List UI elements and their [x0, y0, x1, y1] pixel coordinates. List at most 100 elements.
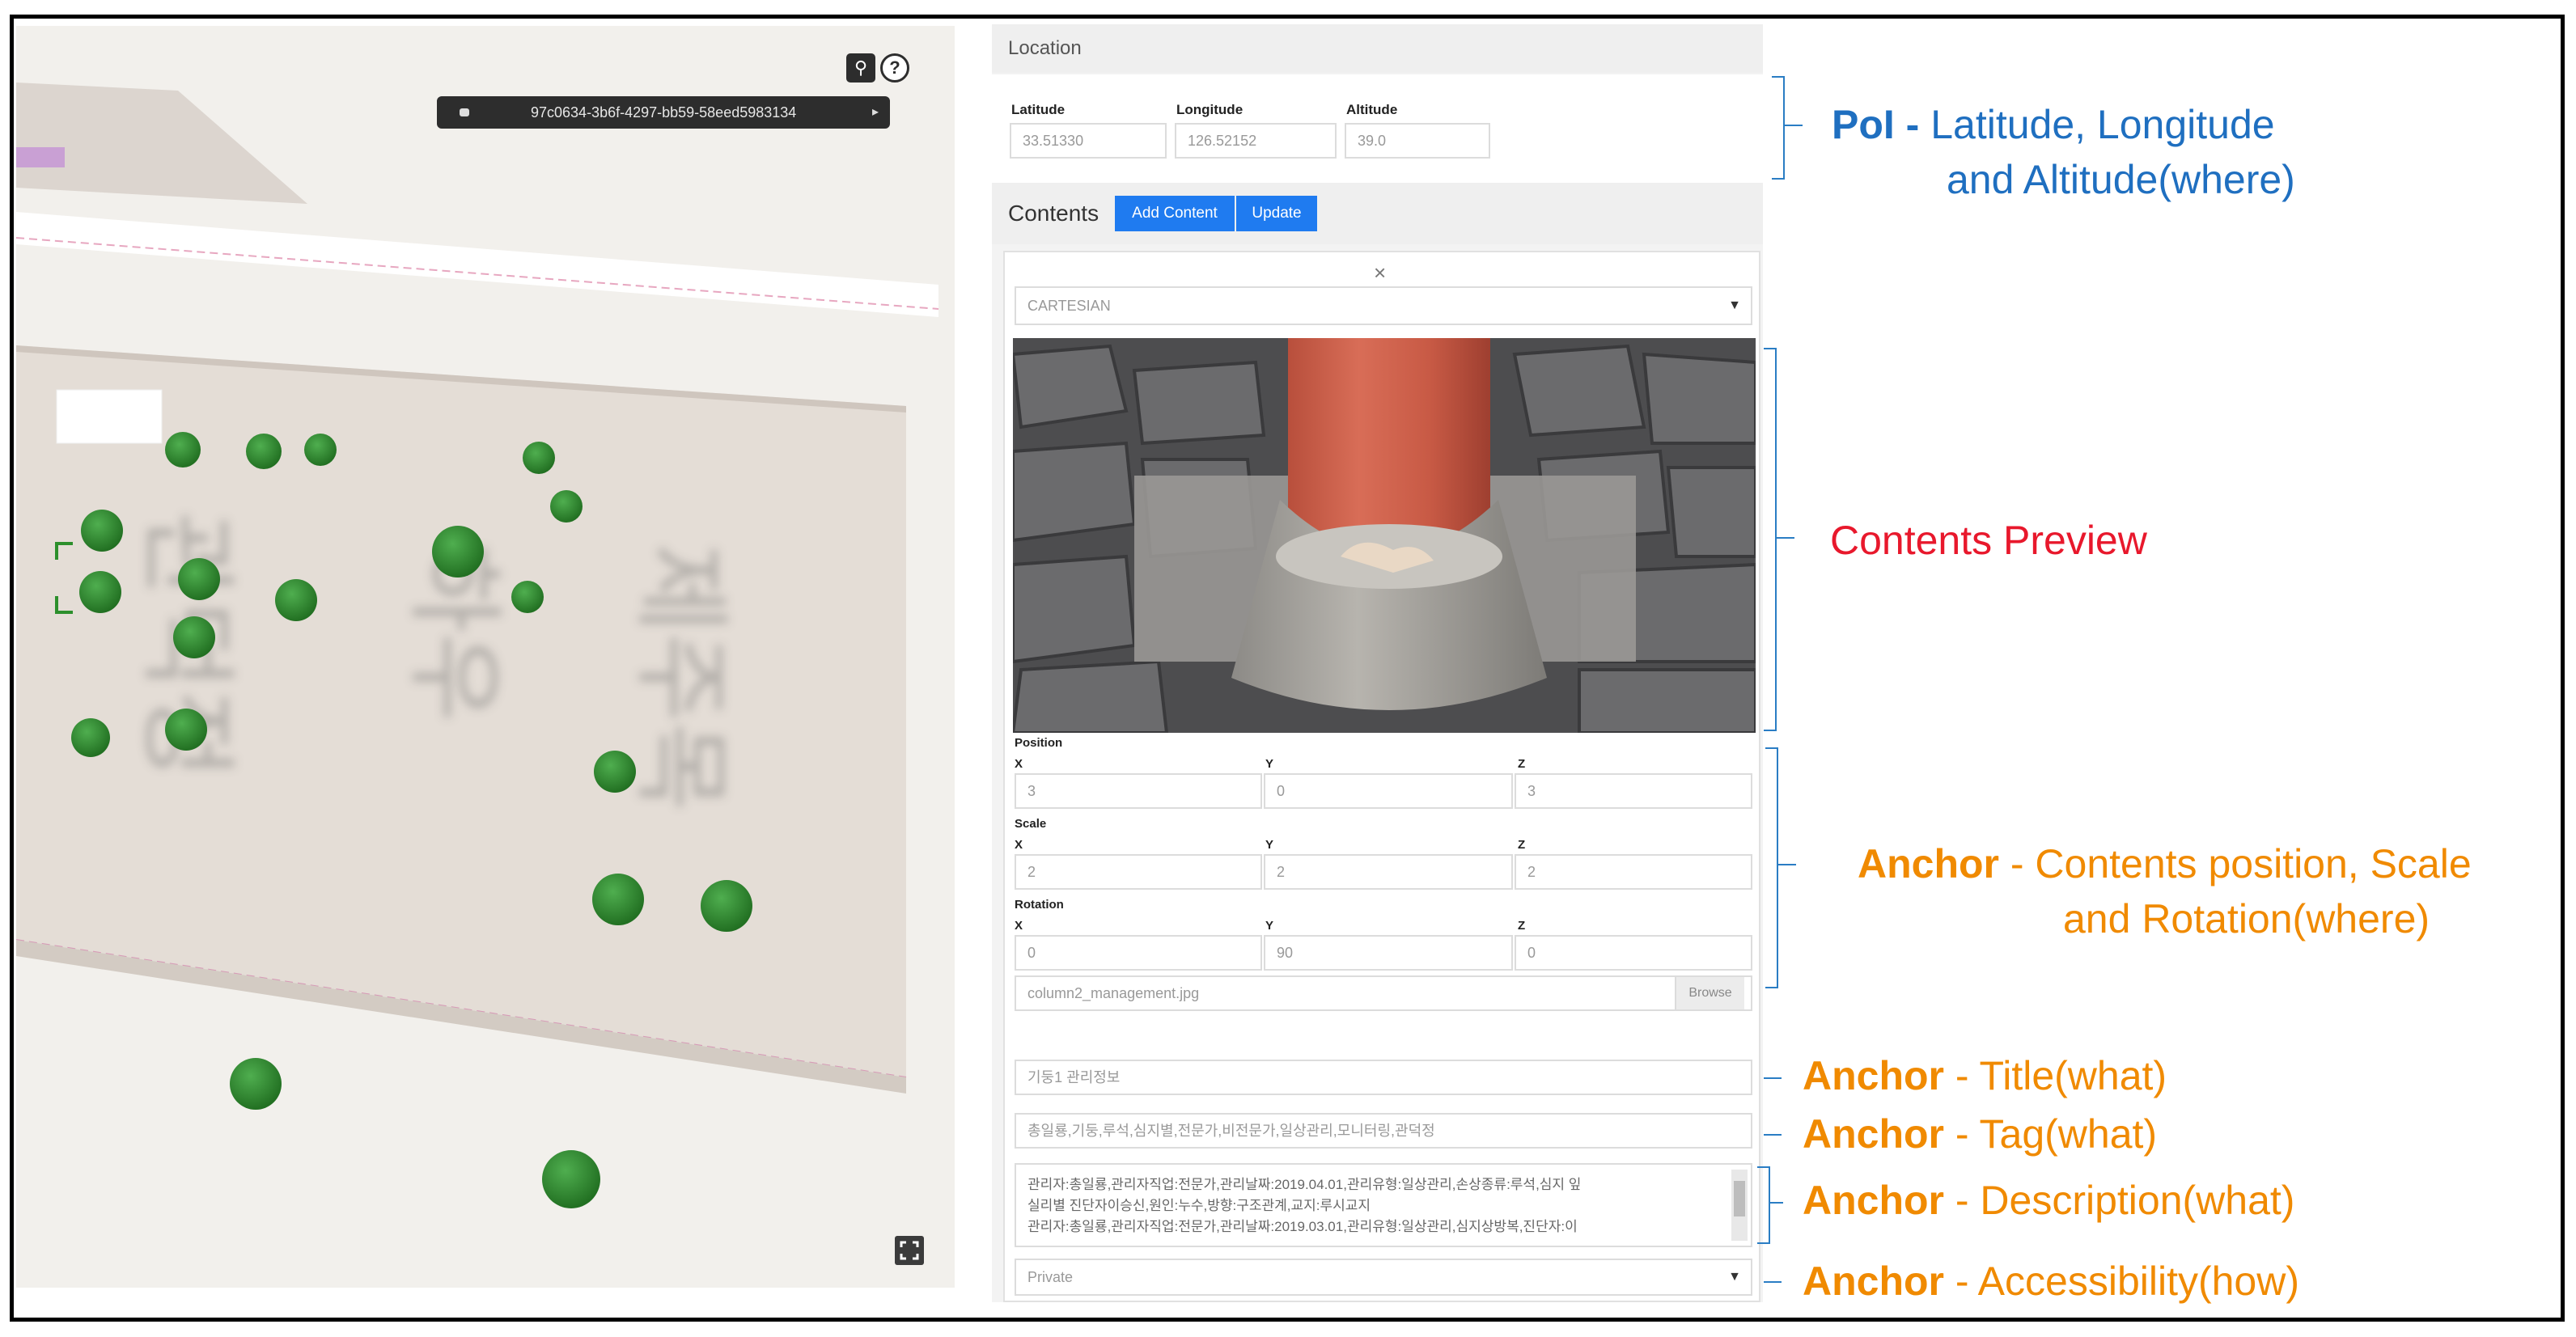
fullscreen-icon[interactable]: [895, 1236, 924, 1265]
tree-marker[interactable]: [165, 432, 201, 468]
contents-preview-image: [1013, 338, 1756, 733]
tag-field[interactable]: 총일룡,기둥,루석,심지별,전문가,비전문가,일상관리,모니터링,관덕정: [1015, 1113, 1752, 1149]
latitude-label: Latitude: [1011, 102, 1066, 117]
rotation-y-label: Y: [1265, 919, 1274, 933]
anchor-accessibility-tick: [1764, 1281, 1782, 1283]
help-icon[interactable]: ?: [880, 53, 909, 83]
location-heading: Location: [992, 24, 1763, 73]
tree-marker[interactable]: [71, 718, 110, 757]
map-label-box: [56, 389, 163, 444]
entity-icon: [460, 108, 469, 116]
anchor-title-tick: [1764, 1077, 1782, 1079]
rotation-label: Rotation: [1015, 898, 1064, 912]
anchor-accessibility-annotation: Anchor - Accessibility(how): [1803, 1255, 2299, 1307]
scale-x-field[interactable]: 2: [1015, 854, 1262, 890]
scale-z-label: Z: [1518, 838, 1526, 852]
accessibility-value: Private: [1027, 1269, 1074, 1285]
rotation-x-field[interactable]: 0: [1015, 935, 1262, 971]
anchor-transform-text-1: - Contents position, Scale: [1999, 841, 2472, 886]
altitude-label: Altitude: [1346, 102, 1398, 117]
search-icon[interactable]: ⚲: [846, 53, 875, 83]
anchor-description-text: - Description(what): [1944, 1178, 2295, 1223]
anchor-title-key: Anchor: [1803, 1053, 1944, 1098]
tree-marker[interactable]: [79, 571, 121, 613]
poi-text-1: Latitude, Longitude: [1919, 102, 2275, 147]
longitude-field[interactable]: 126.52152: [1175, 123, 1337, 159]
tree-marker[interactable]: [592, 874, 644, 925]
entity-id: 97c0634-3b6f-4297-bb59-58eed5983134: [531, 104, 797, 121]
map-viewer[interactable]: 관덕정 하우 제주목 ⚲ ?: [16, 26, 955, 1288]
anchor-transform-key: Anchor: [1858, 841, 1999, 886]
map-text-3: 제주목: [624, 544, 736, 811]
anchor-description-key: Anchor: [1803, 1178, 1944, 1223]
position-y-label: Y: [1265, 757, 1274, 771]
tree-marker[interactable]: [230, 1058, 282, 1110]
anchor-title-text: - Title(what): [1944, 1053, 2167, 1098]
latitude-field[interactable]: 33.51330: [1010, 123, 1167, 159]
altitude-field[interactable]: 39.0: [1345, 123, 1490, 159]
position-z-label: Z: [1518, 757, 1526, 771]
longitude-label: Longitude: [1176, 102, 1244, 117]
file-name: column2_management.jpg: [1027, 985, 1200, 1001]
description-scrollbar[interactable]: [1731, 1170, 1748, 1241]
anchor-transform-bracket: [1765, 747, 1778, 988]
scale-y-field[interactable]: 2: [1264, 854, 1513, 890]
tree-marker[interactable]: [165, 709, 207, 751]
rotation-y-field[interactable]: 90: [1264, 935, 1513, 971]
preview-annotation: Contents Preview: [1830, 518, 2147, 563]
tree-marker[interactable]: [304, 434, 337, 466]
tree-marker[interactable]: [81, 510, 123, 552]
anchor-description-annotation: Anchor - Description(what): [1803, 1174, 2294, 1226]
tree-marker[interactable]: [701, 880, 752, 932]
rotation-z-field[interactable]: 0: [1515, 935, 1752, 971]
content-editor-panel: Location Latitude 33.51330 Longitude 126…: [992, 24, 1763, 1302]
tree-marker[interactable]: [432, 526, 484, 578]
tree-marker[interactable]: [178, 558, 220, 600]
tree-marker[interactable]: [246, 434, 282, 469]
position-z-field[interactable]: 3: [1515, 773, 1752, 809]
contents-heading: Contents: [992, 183, 1763, 244]
rotation-x-label: X: [1015, 919, 1023, 933]
tree-marker[interactable]: [550, 490, 583, 523]
coordinate-type-select[interactable]: CARTESIAN ▼: [1015, 286, 1752, 325]
poi-tick: [1785, 125, 1803, 126]
coordinate-type-value: CARTESIAN: [1027, 298, 1111, 314]
chevron-down-icon: ▼: [1728, 1270, 1741, 1284]
poi-bracket: [1772, 76, 1785, 180]
tree-marker[interactable]: [523, 442, 555, 474]
tree-marker[interactable]: [594, 751, 636, 793]
scale-label: Scale: [1015, 817, 1047, 831]
update-button[interactable]: Update: [1236, 196, 1317, 231]
description-line: 실리별 진단자이승신,원인:누수,방향:구조관계,교지:루시교지: [1027, 1198, 1371, 1213]
position-x-field[interactable]: 3: [1015, 773, 1262, 809]
browse-button[interactable]: Browse: [1675, 977, 1744, 1009]
position-label: Position: [1015, 736, 1063, 750]
anchor-tag-key: Anchor: [1803, 1111, 1944, 1157]
entity-id-bar[interactable]: 97c0634-3b6f-4297-bb59-58eed5983134 ▸: [437, 96, 890, 129]
preview-tick: [1777, 537, 1794, 539]
tree-marker[interactable]: [511, 581, 544, 613]
anchor-description-bracket: [1757, 1166, 1770, 1244]
tree-marker[interactable]: [173, 616, 215, 658]
chevron-right-icon[interactable]: ▸: [872, 96, 879, 129]
accessibility-select[interactable]: Private ▼: [1015, 1259, 1752, 1296]
rotation-z-label: Z: [1518, 919, 1526, 933]
scale-y-label: Y: [1265, 838, 1274, 852]
anchor-accessibility-text: - Accessibility(how): [1944, 1259, 2299, 1304]
file-input[interactable]: column2_management.jpg Browse: [1015, 975, 1752, 1011]
anchor-description-tick: [1770, 1202, 1783, 1204]
location-box: Latitude 33.51330 Longitude 126.52152 Al…: [992, 74, 1763, 201]
description-textarea[interactable]: 관리자:총일룡,관리자직업:전문가,관리날짜:2019.04.01,관리유형:일…: [1015, 1163, 1752, 1247]
tree-marker[interactable]: [542, 1150, 600, 1208]
anchor-accessibility-key: Anchor: [1803, 1259, 1944, 1304]
close-icon[interactable]: ×: [1374, 260, 1386, 286]
scale-x-label: X: [1015, 838, 1023, 852]
anchor-transform-text-2: and Rotation(where): [2063, 896, 2430, 941]
add-content-button[interactable]: Add Content: [1115, 196, 1235, 231]
tree-marker[interactable]: [275, 579, 317, 621]
scale-z-field[interactable]: 2: [1515, 854, 1752, 890]
anchor-transform-annotation: Anchor - Contents position, Scale: [1858, 838, 2472, 890]
position-y-field[interactable]: 0: [1264, 773, 1513, 809]
title-field[interactable]: 기둥1 관리정보: [1015, 1060, 1752, 1095]
map-scene[interactable]: 관덕정 하우 제주목: [16, 26, 955, 1288]
